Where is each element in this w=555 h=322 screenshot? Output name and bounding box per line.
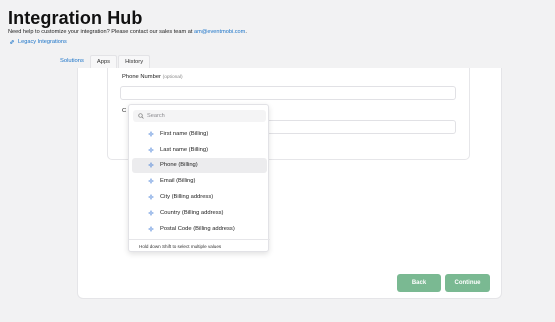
option-phone-billing[interactable]: Phone (Billing): [132, 157, 267, 174]
option-label: First name (Billing): [160, 130, 209, 137]
option-label: Country (Billing address): [160, 209, 224, 216]
field-input[interactable]: [268, 120, 456, 134]
phone-number-input[interactable]: [120, 86, 456, 100]
page-header: Integration Hub Need help to customize y…: [0, 0, 555, 69]
option-label: Email (Billing): [160, 178, 196, 185]
sparkle-icon: [148, 210, 154, 216]
subtitle-text: Need help to customize your integration?…: [8, 29, 194, 35]
tab-history[interactable]: History: [118, 55, 151, 69]
field-mapping-dropdown: First name (Billing) Last name (Billing)…: [128, 104, 270, 252]
tab-bar: Solutions Apps History: [54, 55, 151, 69]
dropdown-divider: [129, 239, 270, 240]
link-icon: [10, 40, 14, 44]
legacy-integrations-label: Legacy Integrations: [18, 39, 67, 45]
sparkle-icon: [148, 194, 154, 200]
search-input[interactable]: [147, 113, 257, 119]
sparkle-icon: [148, 162, 154, 169]
continue-button[interactable]: Continue: [445, 274, 490, 292]
phone-number-label: Phone Number (optional): [122, 74, 183, 80]
sparkle-icon: [148, 146, 154, 153]
field-label: C: [122, 108, 127, 114]
sales-email-link[interactable]: am@eventmobi.com: [194, 29, 245, 35]
dropdown-search[interactable]: [133, 110, 266, 122]
options-list: First name (Billing) Last name (Billing)…: [129, 126, 270, 237]
sparkle-icon: [148, 225, 154, 232]
subtitle-suffix: .: [245, 29, 247, 35]
option-email-billing[interactable]: Email (Billing): [132, 173, 267, 189]
phone-optional-tag: (optional): [162, 75, 183, 80]
option-postal-code-billing-address[interactable]: Postal Code (Billing address): [132, 221, 267, 237]
option-label: Last name (Billing): [160, 146, 209, 153]
option-city-billing-address[interactable]: City (Billing address): [132, 189, 267, 205]
legacy-integrations-link[interactable]: Legacy Integrations: [9, 39, 67, 45]
tab-solutions[interactable]: Solutions: [54, 55, 90, 69]
page-title: Integration Hub: [8, 8, 143, 28]
phone-label-text: Phone Number: [122, 74, 161, 80]
page-subtitle: Need help to customize your integration?…: [8, 29, 247, 35]
option-label: City (Billing address): [160, 194, 214, 201]
sparkle-icon: [148, 178, 154, 185]
back-button[interactable]: Back: [397, 274, 441, 292]
option-first-name-billing[interactable]: First name (Billing): [132, 126, 267, 142]
search-icon: [138, 113, 144, 119]
option-last-name-billing[interactable]: Last name (Billing): [132, 142, 267, 158]
tab-apps[interactable]: Apps: [89, 55, 118, 69]
option-label: Postal Code (Billing address): [160, 225, 235, 232]
option-country-billing-address[interactable]: Country (Billing address): [132, 205, 267, 221]
option-label: Phone (Billing): [160, 162, 198, 169]
sparkle-icon: [148, 131, 154, 137]
multi-select-hint: Hold down Shift to select multiple value…: [139, 244, 222, 249]
